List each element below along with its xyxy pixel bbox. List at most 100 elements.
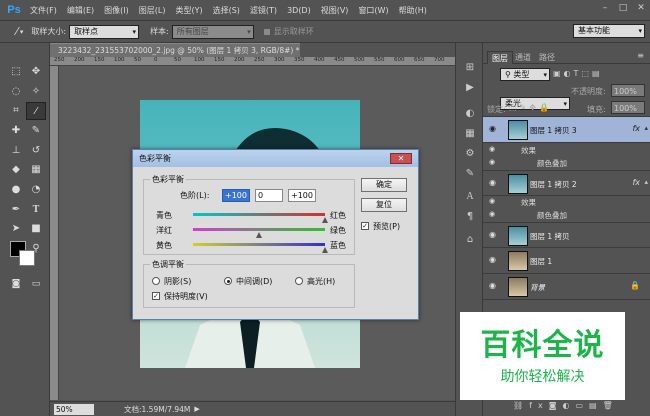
effects-row[interactable]: ◉ 效果	[483, 196, 650, 209]
layer-name[interactable]: 图层 1 拷贝 3	[530, 125, 577, 136]
ok-button[interactable]: 确定	[361, 178, 407, 192]
menu-edit[interactable]: 编辑(E)	[62, 5, 99, 16]
marquee-tool-icon[interactable]: ⬚	[6, 63, 26, 81]
brush-tool-icon[interactable]: ✎	[26, 122, 46, 140]
reset-button[interactable]: 复位	[361, 198, 407, 212]
panel-menu-icon[interactable]: ≡	[637, 51, 644, 60]
visibility-eye-icon[interactable]: ◉	[489, 145, 495, 153]
tab-paths[interactable]: 路径	[535, 51, 559, 64]
color-panel-icon[interactable]: ◐	[462, 107, 478, 121]
history-panel-icon[interactable]: ⊞	[462, 61, 478, 75]
quick-mask-icon[interactable]: ◙	[6, 275, 26, 293]
visibility-eye-icon[interactable]: ◉	[489, 230, 499, 240]
visibility-eye-icon[interactable]: ◉	[489, 197, 495, 205]
filter-icons[interactable]: ▣◐T⬚▤	[553, 69, 603, 78]
eraser-tool-icon[interactable]: ◆	[6, 161, 26, 179]
menu-3d[interactable]: 3D(D)	[282, 6, 316, 15]
menu-layer[interactable]: 图层(L)	[134, 5, 171, 16]
midtones-radio[interactable]	[224, 277, 232, 285]
yellow-blue-slider-track[interactable]	[193, 243, 325, 246]
sample-select[interactable]: 所有图层	[171, 24, 254, 39]
filter-kind-select[interactable]: ⚲ 类型	[500, 68, 550, 81]
background-color-swatch[interactable]	[19, 250, 35, 266]
color-overlay-row[interactable]: ◉ 颜色叠加	[483, 157, 650, 170]
layer-row[interactable]: ◉ 图层 1 拷贝 3 fx ▴	[483, 117, 650, 143]
eyedropper-tool-icon[interactable]: ⁄	[16, 25, 18, 38]
zoom-level[interactable]: 50%	[54, 403, 94, 415]
effects-row[interactable]: ◉ 效果	[483, 144, 650, 157]
crop-tool-icon[interactable]: ⌗	[6, 102, 26, 120]
magic-wand-tool-icon[interactable]: ✧	[26, 83, 46, 101]
layer-name[interactable]: 背景	[530, 282, 545, 293]
dodge-tool-icon[interactable]: ◔	[26, 181, 46, 199]
document-tab[interactable]: 3223432_231553702000_2.jpg @ 50% (图层 1 拷…	[50, 43, 300, 57]
layer-row[interactable]: ◉ 图层 1	[483, 248, 650, 274]
pen-tool-icon[interactable]: ✒	[6, 201, 26, 219]
maximize-icon[interactable]: □	[616, 2, 630, 15]
tool-preset-arrow-icon[interactable]: ▾	[20, 28, 24, 36]
menu-type[interactable]: 类型(Y)	[170, 5, 207, 16]
preserve-luminosity-checkbox[interactable]: ✓	[152, 292, 160, 300]
menu-select[interactable]: 选择(S)	[208, 5, 245, 16]
color-overlay-row[interactable]: ◉ 颜色叠加	[483, 209, 650, 222]
type-tool-icon[interactable]: T	[26, 201, 46, 219]
cyan-red-slider-track[interactable]	[193, 213, 325, 216]
layer-row[interactable]: ◉ 图层 1 拷贝 2 fx ▴	[483, 170, 650, 196]
actions-panel-icon[interactable]: ▶	[462, 81, 478, 95]
layer-row[interactable]: ◉ 图层 1 拷贝	[483, 222, 650, 248]
magenta-green-slider-knob[interactable]	[256, 232, 262, 238]
visibility-eye-icon[interactable]: ◉	[489, 178, 499, 188]
visibility-eye-icon[interactable]: ◉	[489, 255, 499, 265]
styles-panel-icon[interactable]: ✎	[462, 167, 478, 181]
expand-effects-icon[interactable]: ▴	[644, 124, 648, 132]
eyedropper-tool-icon[interactable]: ⁄	[26, 102, 46, 120]
preview-checkbox[interactable]: ✓	[361, 222, 369, 230]
level-cyan-red-input[interactable]: +100	[222, 189, 250, 202]
clone-stamp-tool-icon[interactable]: ⊥	[6, 142, 26, 160]
visibility-eye-icon[interactable]: ◉	[489, 124, 499, 134]
paragraph-panel-icon[interactable]: ¶	[462, 210, 478, 224]
menu-filter[interactable]: 滤镜(T)	[245, 5, 282, 16]
character-panel-icon[interactable]: A	[462, 190, 478, 204]
layer-row[interactable]: ◉ 背景 🔒	[483, 274, 650, 300]
close-icon[interactable]: ✕	[634, 2, 648, 15]
rectangle-tool-icon[interactable]: ■	[26, 220, 46, 238]
layer-fx-icon[interactable]: fx	[632, 124, 640, 133]
visibility-eye-icon[interactable]: ◉	[489, 281, 499, 291]
menu-window[interactable]: 窗口(W)	[353, 5, 393, 16]
move-tool-icon[interactable]: ✥	[26, 63, 46, 81]
level-yellow-blue-input[interactable]: +100	[288, 189, 316, 202]
brush-panel-icon[interactable]: ⌂	[462, 233, 478, 247]
show-ring-checkbox[interactable]	[262, 27, 271, 36]
menu-help[interactable]: 帮助(H)	[394, 5, 432, 16]
menu-file[interactable]: 文件(F)	[25, 5, 62, 16]
level-magenta-green-input[interactable]: 0	[255, 189, 283, 202]
swatches-panel-icon[interactable]: ▦	[462, 127, 478, 141]
tab-channels[interactable]: 通道	[511, 51, 535, 64]
layer-name[interactable]: 图层 1 拷贝	[530, 231, 570, 242]
layer-fx-icon[interactable]: fx	[632, 178, 640, 187]
highlights-radio[interactable]	[295, 277, 303, 285]
healing-brush-tool-icon[interactable]: ✚	[6, 122, 26, 140]
cyan-red-slider-knob[interactable]	[322, 217, 328, 223]
menu-image[interactable]: 图像(I)	[99, 5, 134, 16]
lock-icons[interactable]: ⬚✎✥🔒	[509, 103, 552, 112]
visibility-eye-icon[interactable]: ◉	[489, 210, 495, 218]
minimize-icon[interactable]: –	[598, 2, 612, 15]
fill-field[interactable]: 100%	[611, 101, 645, 114]
adjustments-panel-icon[interactable]: ⚙	[462, 147, 478, 161]
screen-mode-icon[interactable]: ▭	[26, 275, 46, 293]
lasso-tool-icon[interactable]: ◌	[6, 83, 26, 101]
shadows-radio[interactable]	[152, 277, 160, 285]
visibility-eye-icon[interactable]: ◉	[489, 158, 495, 166]
path-selection-tool-icon[interactable]: ➤	[6, 220, 26, 238]
layer-actions-bar[interactable]: ⛓fx◙◐▭▤🗑	[513, 401, 619, 410]
dialog-close-button[interactable]: ✕	[390, 153, 412, 164]
tab-layers[interactable]: 图层	[487, 51, 513, 64]
blur-tool-icon[interactable]: ●	[6, 181, 26, 199]
history-brush-tool-icon[interactable]: ↺	[26, 142, 46, 160]
workspace-select[interactable]: 基本功能	[573, 24, 645, 38]
menu-view[interactable]: 视图(V)	[316, 5, 354, 16]
magenta-green-slider-track[interactable]	[193, 228, 325, 231]
layer-name[interactable]: 图层 1 拷贝 2	[530, 179, 577, 190]
